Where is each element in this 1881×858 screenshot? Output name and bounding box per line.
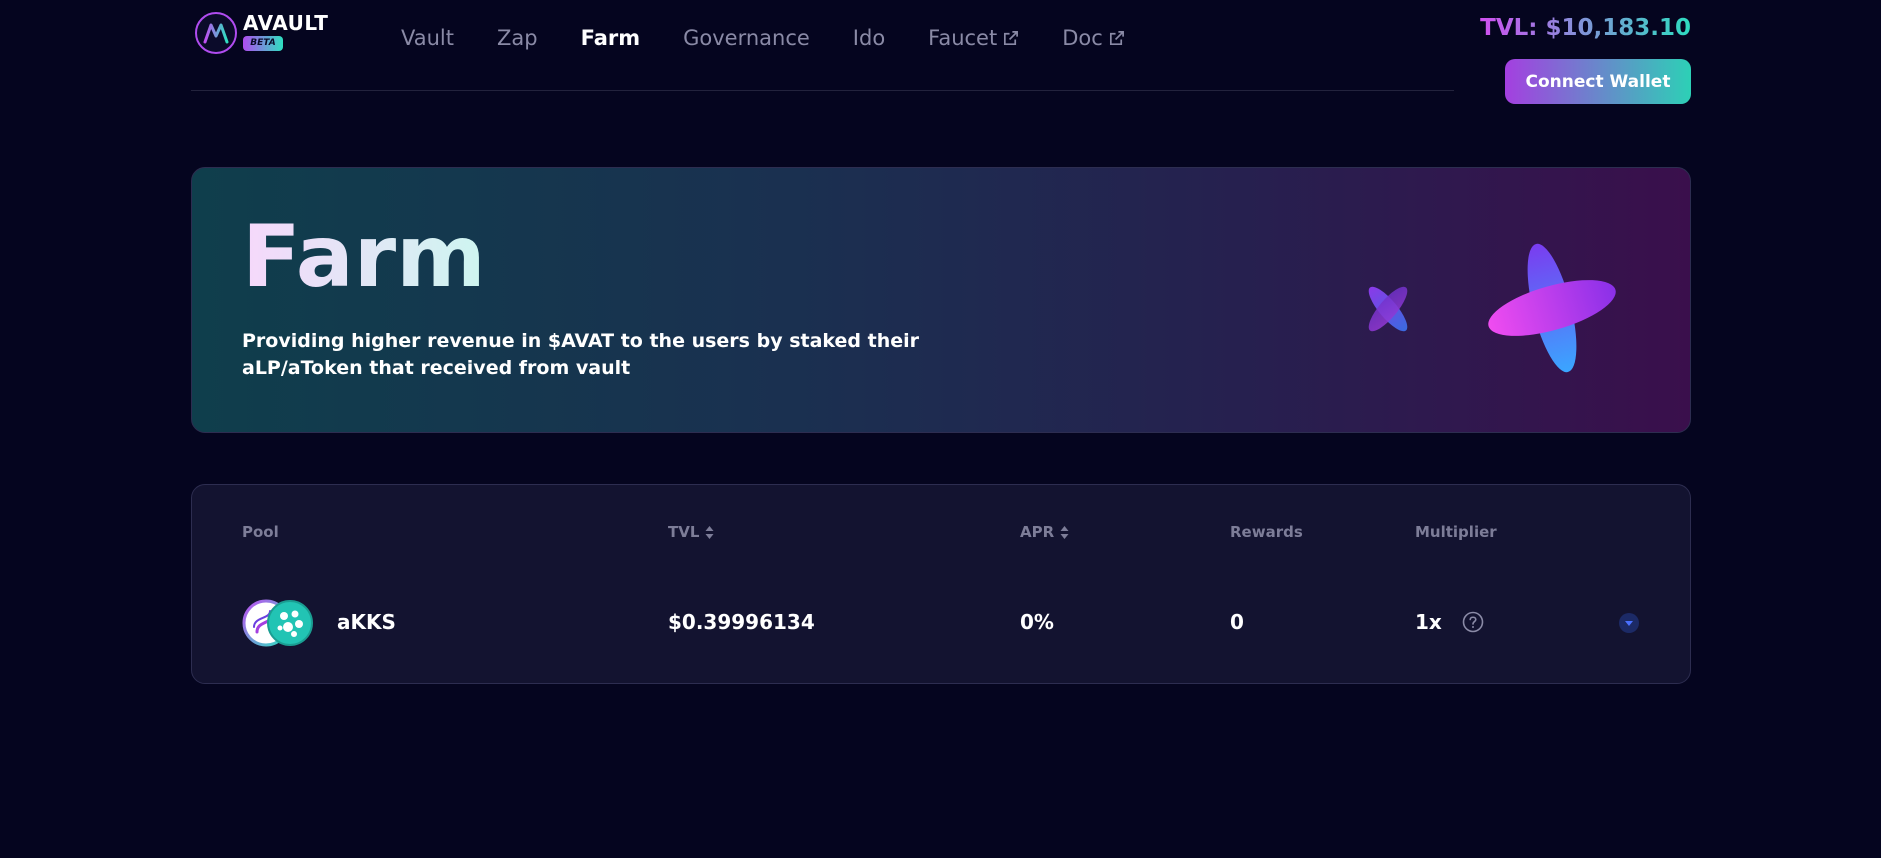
nav-item-label: Doc [1062,26,1103,50]
external-link-icon [1109,30,1124,45]
pool-tvl-value: $0.39996134 [668,610,815,634]
brand-logo[interactable]: AVAULT BETA [195,12,328,54]
page-description: Providing higher revenue in $AVAT to the… [242,330,920,379]
column-header-rewards: Rewards [1230,523,1303,541]
nav-item-governance[interactable]: Governance [683,26,810,50]
pool-name: aKKS [337,610,396,634]
connect-wallet-button[interactable]: Connect Wallet [1505,59,1691,104]
table-row[interactable]: aKKS $0.39996134 0% 0 1x [192,597,1690,649]
pool-multiplier-value: 1x [1415,610,1442,634]
column-header-multiplier: Multiplier [1415,523,1497,541]
column-header-tvl[interactable]: TVL [668,523,714,541]
beta-badge: BETA [243,36,283,51]
column-header-apr[interactable]: APR [1020,523,1069,541]
expand-row-button[interactable] [1619,613,1639,633]
pool-apr-value: 0% [1020,610,1054,634]
chevron-down-icon [1625,620,1633,626]
nav-item-label: Zap [496,26,538,50]
top-header: AVAULT BETA Vault Zap Farm Governance Id… [191,0,1691,104]
nav-item-ido[interactable]: Ido [853,26,885,50]
farm-pools-table: Pool TVL APR Rewards Multiplier aKKS $0.… [191,484,1691,684]
nav-item-faucet[interactable]: Faucet [928,26,1019,50]
avault-logo-icon [195,12,237,54]
external-link-icon [1004,30,1019,45]
column-header-pool: Pool [242,523,279,541]
pool-token-icon [242,599,313,647]
brand-name: AVAULT [243,11,329,35]
nav-item-doc[interactable]: Doc [1062,26,1125,50]
page-title: Farm [242,207,486,307]
total-tvl: TVL: $10,183.10 [1480,15,1691,41]
sort-icon[interactable] [1060,525,1069,540]
nav-item-label: Faucet [928,26,998,50]
nav-item-vault[interactable]: Vault [401,26,454,50]
nav-item-label: Ido [852,26,886,50]
help-circle-icon[interactable] [1462,611,1484,633]
pool-rewards-value: 0 [1230,610,1244,634]
nav-item-label: Vault [401,26,454,50]
sparkle-decoration-icon [1368,243,1616,373]
nav-item-zap[interactable]: Zap [497,26,538,50]
header-divider [191,90,1454,91]
nav-item-label: Farm [580,26,641,50]
main-nav: Vault Zap Farm Governance Ido Faucet Doc [401,26,1168,50]
nav-item-farm[interactable]: Farm [581,26,641,50]
sort-icon[interactable] [705,525,714,540]
nav-item-label: Governance [683,26,810,50]
farm-hero-banner: Farm Providing higher revenue in $AVAT t… [191,167,1691,433]
